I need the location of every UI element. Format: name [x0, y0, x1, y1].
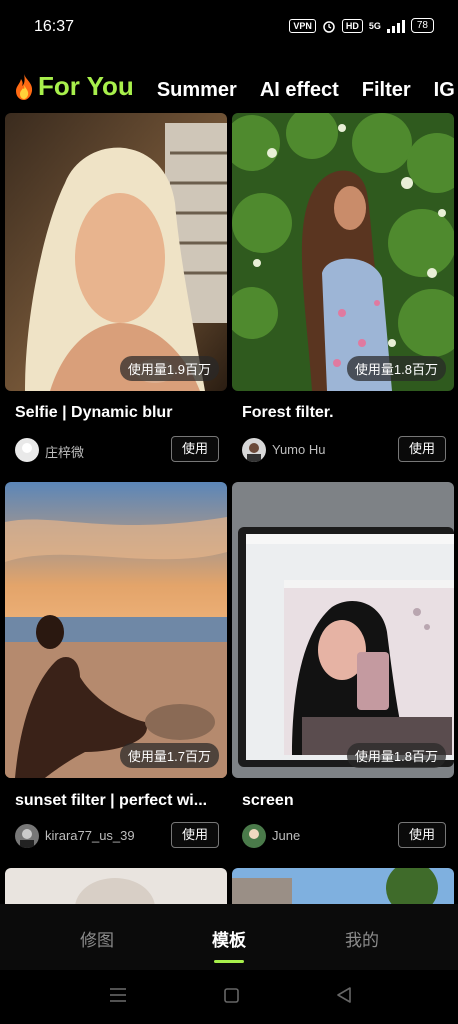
template-card[interactable]: 使用量1.7百万 sunset filter | perfect wi... k… — [5, 482, 229, 862]
use-template-button[interactable]: 使用 — [398, 436, 446, 462]
tab-summer[interactable]: Summer — [157, 79, 237, 102]
template-card[interactable]: 使用量1.8百万 Forest filter. Yumo Hu 使用 — [232, 113, 456, 473]
avatar[interactable] — [242, 438, 266, 462]
usage-count-badge: 使用量1.7百万 — [119, 743, 219, 768]
tab-label: For You — [38, 71, 134, 101]
author-name[interactable]: Yumo Hu — [272, 442, 325, 457]
status-time: 16:37 — [34, 18, 75, 35]
network-type-label: 5G — [368, 20, 381, 31]
template-card[interactable]: 使用量1.8百万 screen June 使用 — [232, 482, 456, 862]
laptop-screen-image — [232, 482, 454, 778]
template-title: screen — [242, 792, 294, 809]
nav-edit[interactable]: 修图 — [80, 926, 114, 951]
vpn-icon: VPN — [289, 18, 316, 33]
use-template-button[interactable]: 使用 — [398, 822, 446, 848]
author-name[interactable]: 庄梓微 — [45, 442, 84, 461]
template-card[interactable]: 使用量1.9百万 Selfie | Dynamic blur 庄梓微 使用 — [5, 113, 229, 473]
use-template-button[interactable]: 使用 — [171, 436, 219, 462]
usage-count-badge: 使用量1.8百万 — [346, 743, 446, 768]
flame-icon — [16, 73, 33, 100]
system-navigation-bar — [0, 970, 458, 1024]
forest-portrait-image — [232, 113, 454, 391]
avatar[interactable] — [15, 438, 39, 462]
template-thumbnail[interactable]: 使用量1.9百万 — [5, 113, 227, 391]
template-thumbnail[interactable]: 使用量1.7百万 — [5, 482, 227, 778]
usage-count-badge: 使用量1.9百万 — [119, 356, 219, 381]
home-icon[interactable] — [224, 988, 239, 1003]
tab-for-you[interactable]: For You — [12, 71, 134, 102]
template-thumbnail[interactable]: 使用量1.8百万 — [232, 482, 454, 778]
status-icons: VPN HD 5G 78 — [289, 18, 434, 33]
battery-icon: 78 — [410, 18, 434, 33]
use-template-button[interactable]: 使用 — [171, 822, 219, 848]
avatar[interactable] — [242, 824, 266, 848]
menu-icon[interactable] — [110, 988, 126, 1002]
status-bar: 16:37 VPN HD 5G 78 — [0, 0, 458, 52]
tab-filter[interactable]: Filter — [362, 79, 411, 102]
template-title: sunset filter | perfect wi... — [15, 792, 208, 809]
template-thumbnail[interactable] — [5, 868, 227, 904]
active-tab-indicator — [214, 960, 244, 963]
portrait-image — [5, 113, 227, 391]
signal-icon — [386, 19, 405, 33]
author-name[interactable]: kirara77_us_39 — [45, 828, 135, 843]
author-name[interactable]: June — [272, 828, 300, 843]
sunset-beach-image — [5, 482, 227, 778]
tab-ai-effect[interactable]: AI effect — [260, 79, 339, 102]
template-title: Selfie | Dynamic blur — [15, 404, 173, 421]
avatar[interactable] — [15, 824, 39, 848]
tab-ig[interactable]: IG — [434, 79, 455, 102]
nav-me[interactable]: 我的 — [345, 926, 379, 951]
hd-icon: HD — [341, 18, 363, 33]
nav-templates[interactable]: 模板 — [212, 926, 246, 951]
back-icon[interactable] — [337, 987, 351, 1003]
category-tabs: For You Summer AI effect Filter IG — [12, 58, 458, 102]
bottom-navigation: 修图 模板 我的 — [0, 904, 458, 970]
template-thumbnail[interactable] — [232, 868, 454, 904]
usage-count-badge: 使用量1.8百万 — [346, 356, 446, 381]
template-title: Forest filter. — [242, 404, 334, 421]
alarm-icon — [323, 20, 335, 33]
template-thumbnail[interactable]: 使用量1.8百万 — [232, 113, 454, 391]
